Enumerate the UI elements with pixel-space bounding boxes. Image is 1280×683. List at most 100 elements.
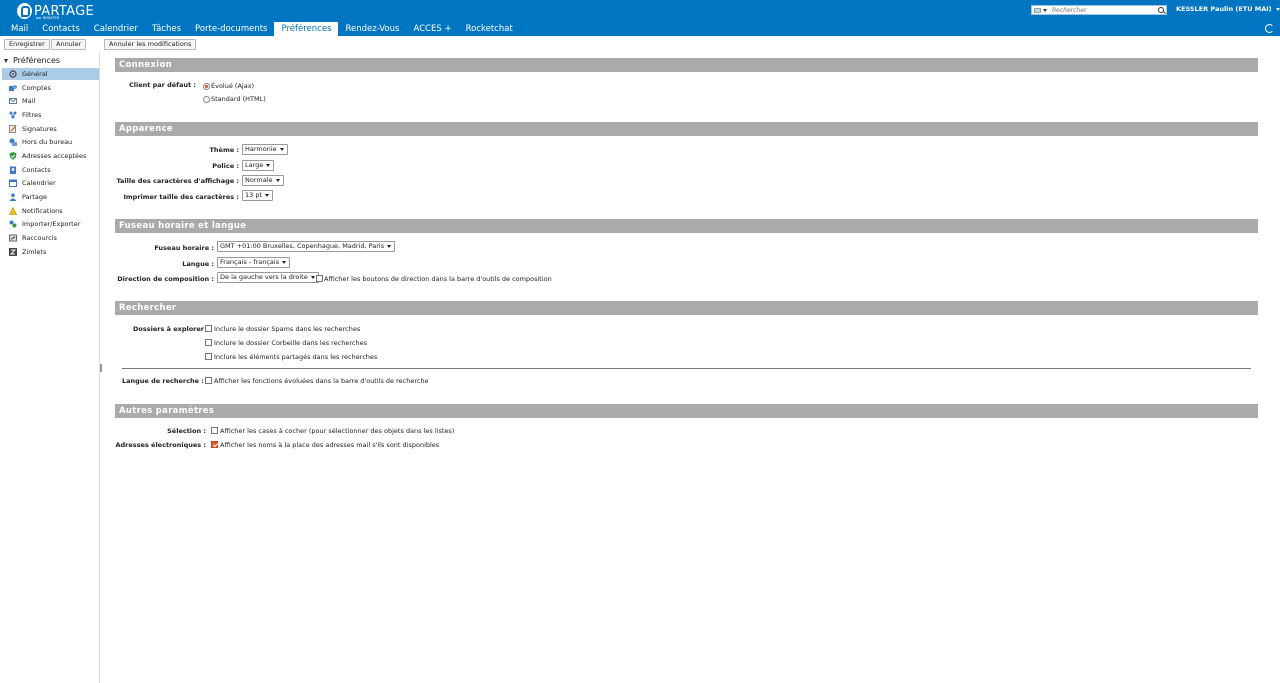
display-font-size-select[interactable]: Normale — [242, 175, 284, 186]
user-name: KESSLER Paulin (ETU MAI) — [1176, 5, 1272, 13]
include-shared-label[interactable]: Inclure les éléments partagés dans les r… — [214, 353, 377, 361]
section-header-fuseau: Fuseau horaire et langue — [115, 219, 1258, 233]
sidebar-item-contacts[interactable]: Contacts — [2, 164, 99, 176]
sidebar-item-label: Filtres — [22, 111, 42, 119]
sidebar-item-general[interactable]: Général — [2, 68, 99, 80]
app-tabs: Mail Contacts Calendrier Tâches Porte-do… — [4, 22, 520, 36]
sidebar-item-label: Général — [22, 70, 48, 78]
notification-bell-icon — [9, 206, 17, 215]
search-scope-dropdown[interactable] — [1032, 6, 1052, 14]
direction-buttons-checkbox[interactable] — [316, 275, 323, 282]
include-shared-checkbox[interactable] — [205, 353, 212, 360]
include-trash-label[interactable]: Inclure le dossier Corbeille dans les re… — [214, 339, 367, 347]
calendar-icon — [9, 179, 17, 187]
share-icon — [9, 193, 17, 201]
include-spam-label[interactable]: Inclure le dossier Spams dans les recher… — [214, 325, 360, 333]
client-ajax-radio[interactable] — [203, 83, 210, 90]
preferences-sidebar: Préférences Général Comptes Mail Filtres… — [0, 52, 100, 683]
police-select[interactable]: Large — [242, 160, 275, 171]
direction-buttons-label[interactable]: Afficher les boutons de direction dans l… — [324, 275, 552, 283]
save-button[interactable]: Enregistrer — [4, 39, 50, 50]
section-divider — [122, 368, 1251, 369]
undo-changes-button[interactable]: Annuler les modifications — [104, 39, 197, 50]
signature-icon — [9, 125, 17, 133]
contacts-icon — [9, 166, 17, 174]
sidebar-item-signatures[interactable]: Signatures — [2, 123, 99, 135]
tab-preferences[interactable]: Préférences — [274, 22, 339, 36]
sidebar-item-mail[interactable]: Mail — [2, 95, 99, 107]
theme-select[interactable]: Harmonie — [242, 144, 288, 155]
sidebar-item-label: Hors du bureau — [22, 138, 73, 146]
search-icon[interactable] — [1158, 7, 1164, 13]
partage-logo[interactable]: PARTAGE par RENATER — [17, 2, 94, 20]
show-checkboxes-checkbox[interactable] — [211, 427, 218, 434]
print-font-size-select[interactable]: 13 pt — [242, 190, 274, 201]
filter-icon — [9, 111, 17, 119]
import-export-icon — [9, 220, 17, 228]
search-input[interactable] — [1052, 6, 1152, 14]
include-spam-checkbox[interactable] — [205, 325, 212, 332]
client-html-radio[interactable] — [203, 96, 210, 103]
sidebar-item-zimlets[interactable]: Zimlets — [2, 246, 99, 258]
collapse-triangle-icon[interactable] — [4, 58, 8, 63]
display-font-size-label: Taille des caractères d'affichage : — [116, 177, 239, 185]
sidebar-item-hors-du-bureau[interactable]: Hors du bureau — [2, 136, 99, 148]
tab-taches[interactable]: Tâches — [145, 22, 188, 36]
sidebar-item-label: Calendrier — [22, 179, 56, 187]
advanced-search-checkbox[interactable] — [205, 377, 212, 384]
keyboard-shortcut-icon — [9, 234, 17, 242]
show-names-label[interactable]: Afficher les noms à la place des adresse… — [220, 441, 439, 449]
sidebar-item-adresses-acceptees[interactable]: Adresses acceptées — [2, 150, 99, 162]
tab-rendez-vous[interactable]: Rendez-Vous — [338, 22, 406, 36]
language-select[interactable]: Français - français — [217, 257, 291, 268]
sidebar-item-raccourcis[interactable]: Raccourcis — [2, 232, 99, 244]
user-menu[interactable]: KESSLER Paulin (ETU MAI) — [1176, 5, 1280, 13]
sidebar-item-label: Raccourcis — [22, 234, 57, 242]
sidebar-item-label: Notifications — [22, 207, 63, 215]
show-names-checkbox[interactable] — [211, 441, 218, 448]
show-checkboxes-label[interactable]: Afficher les cases à cocher (pour sélect… — [220, 427, 454, 435]
preferences-tree-header[interactable]: Préférences — [4, 56, 60, 65]
sidebar-item-label: Mail — [22, 97, 36, 105]
partage-logo-icon — [17, 3, 32, 19]
sidebar-item-partage[interactable]: Partage — [2, 191, 99, 203]
sidebar-item-notifications[interactable]: Notifications — [2, 205, 99, 217]
cancel-button[interactable]: Annuler — [51, 39, 87, 50]
accounts-icon — [9, 84, 17, 92]
gear-icon — [9, 70, 17, 78]
chevron-down-icon — [1275, 7, 1280, 11]
selection-label: Sélection : — [167, 427, 206, 435]
out-of-office-icon — [9, 138, 17, 146]
compose-direction-select[interactable]: De la gauche vers la droite — [217, 272, 319, 283]
client-html-label[interactable]: Standard (HTML) — [211, 95, 266, 103]
tab-rocketchat[interactable]: Rocketchat — [459, 22, 520, 36]
police-label: Police : — [212, 162, 239, 170]
sidebar-item-importer-exporter[interactable]: Importer/Exporter — [2, 218, 99, 230]
client-default-label: Client par défaut : — [128, 81, 196, 89]
tab-calendrier[interactable]: Calendrier — [87, 22, 145, 36]
print-font-size-label: Imprimer taille des caractères : — [123, 193, 239, 201]
tab-porte-documents[interactable]: Porte-documents — [188, 22, 274, 36]
sidebar-item-comptes[interactable]: Comptes — [2, 82, 99, 94]
advanced-search-label[interactable]: Afficher les fonctions évoluées dans la … — [214, 377, 429, 385]
language-label: Langue : — [182, 260, 214, 268]
tab-mail[interactable]: Mail — [4, 22, 35, 36]
compose-direction-label: Direction de composition : — [117, 275, 214, 283]
section-header-connexion: Connexion — [115, 58, 1258, 72]
refresh-icon[interactable] — [1265, 24, 1274, 33]
sidebar-item-calendrier[interactable]: Calendrier — [2, 177, 99, 189]
sidebar-item-filtres[interactable]: Filtres — [2, 109, 99, 121]
section-header-rechercher: Rechercher — [115, 301, 1258, 315]
timezone-label: Fuseau horaire : — [154, 244, 214, 252]
tab-acces[interactable]: ACCES + — [406, 22, 458, 36]
sidebar-resize-handle[interactable] — [100, 364, 102, 372]
shield-check-icon — [9, 152, 17, 160]
timezone-select[interactable]: GMT +01:00 Bruxelles, Copenhague, Madrid… — [217, 241, 396, 252]
tab-contacts[interactable]: Contacts — [35, 22, 87, 36]
search-folders-label: Dossiers à explorer — [133, 325, 204, 333]
client-ajax-label[interactable]: Évolué (Ajax) — [211, 82, 254, 90]
sidebar-item-label: Contacts — [22, 166, 51, 174]
chevron-down-icon — [1043, 8, 1047, 12]
include-trash-checkbox[interactable] — [205, 339, 212, 346]
top-header: PARTAGE par RENATER KESSLER Paulin (ETU … — [0, 0, 1280, 36]
